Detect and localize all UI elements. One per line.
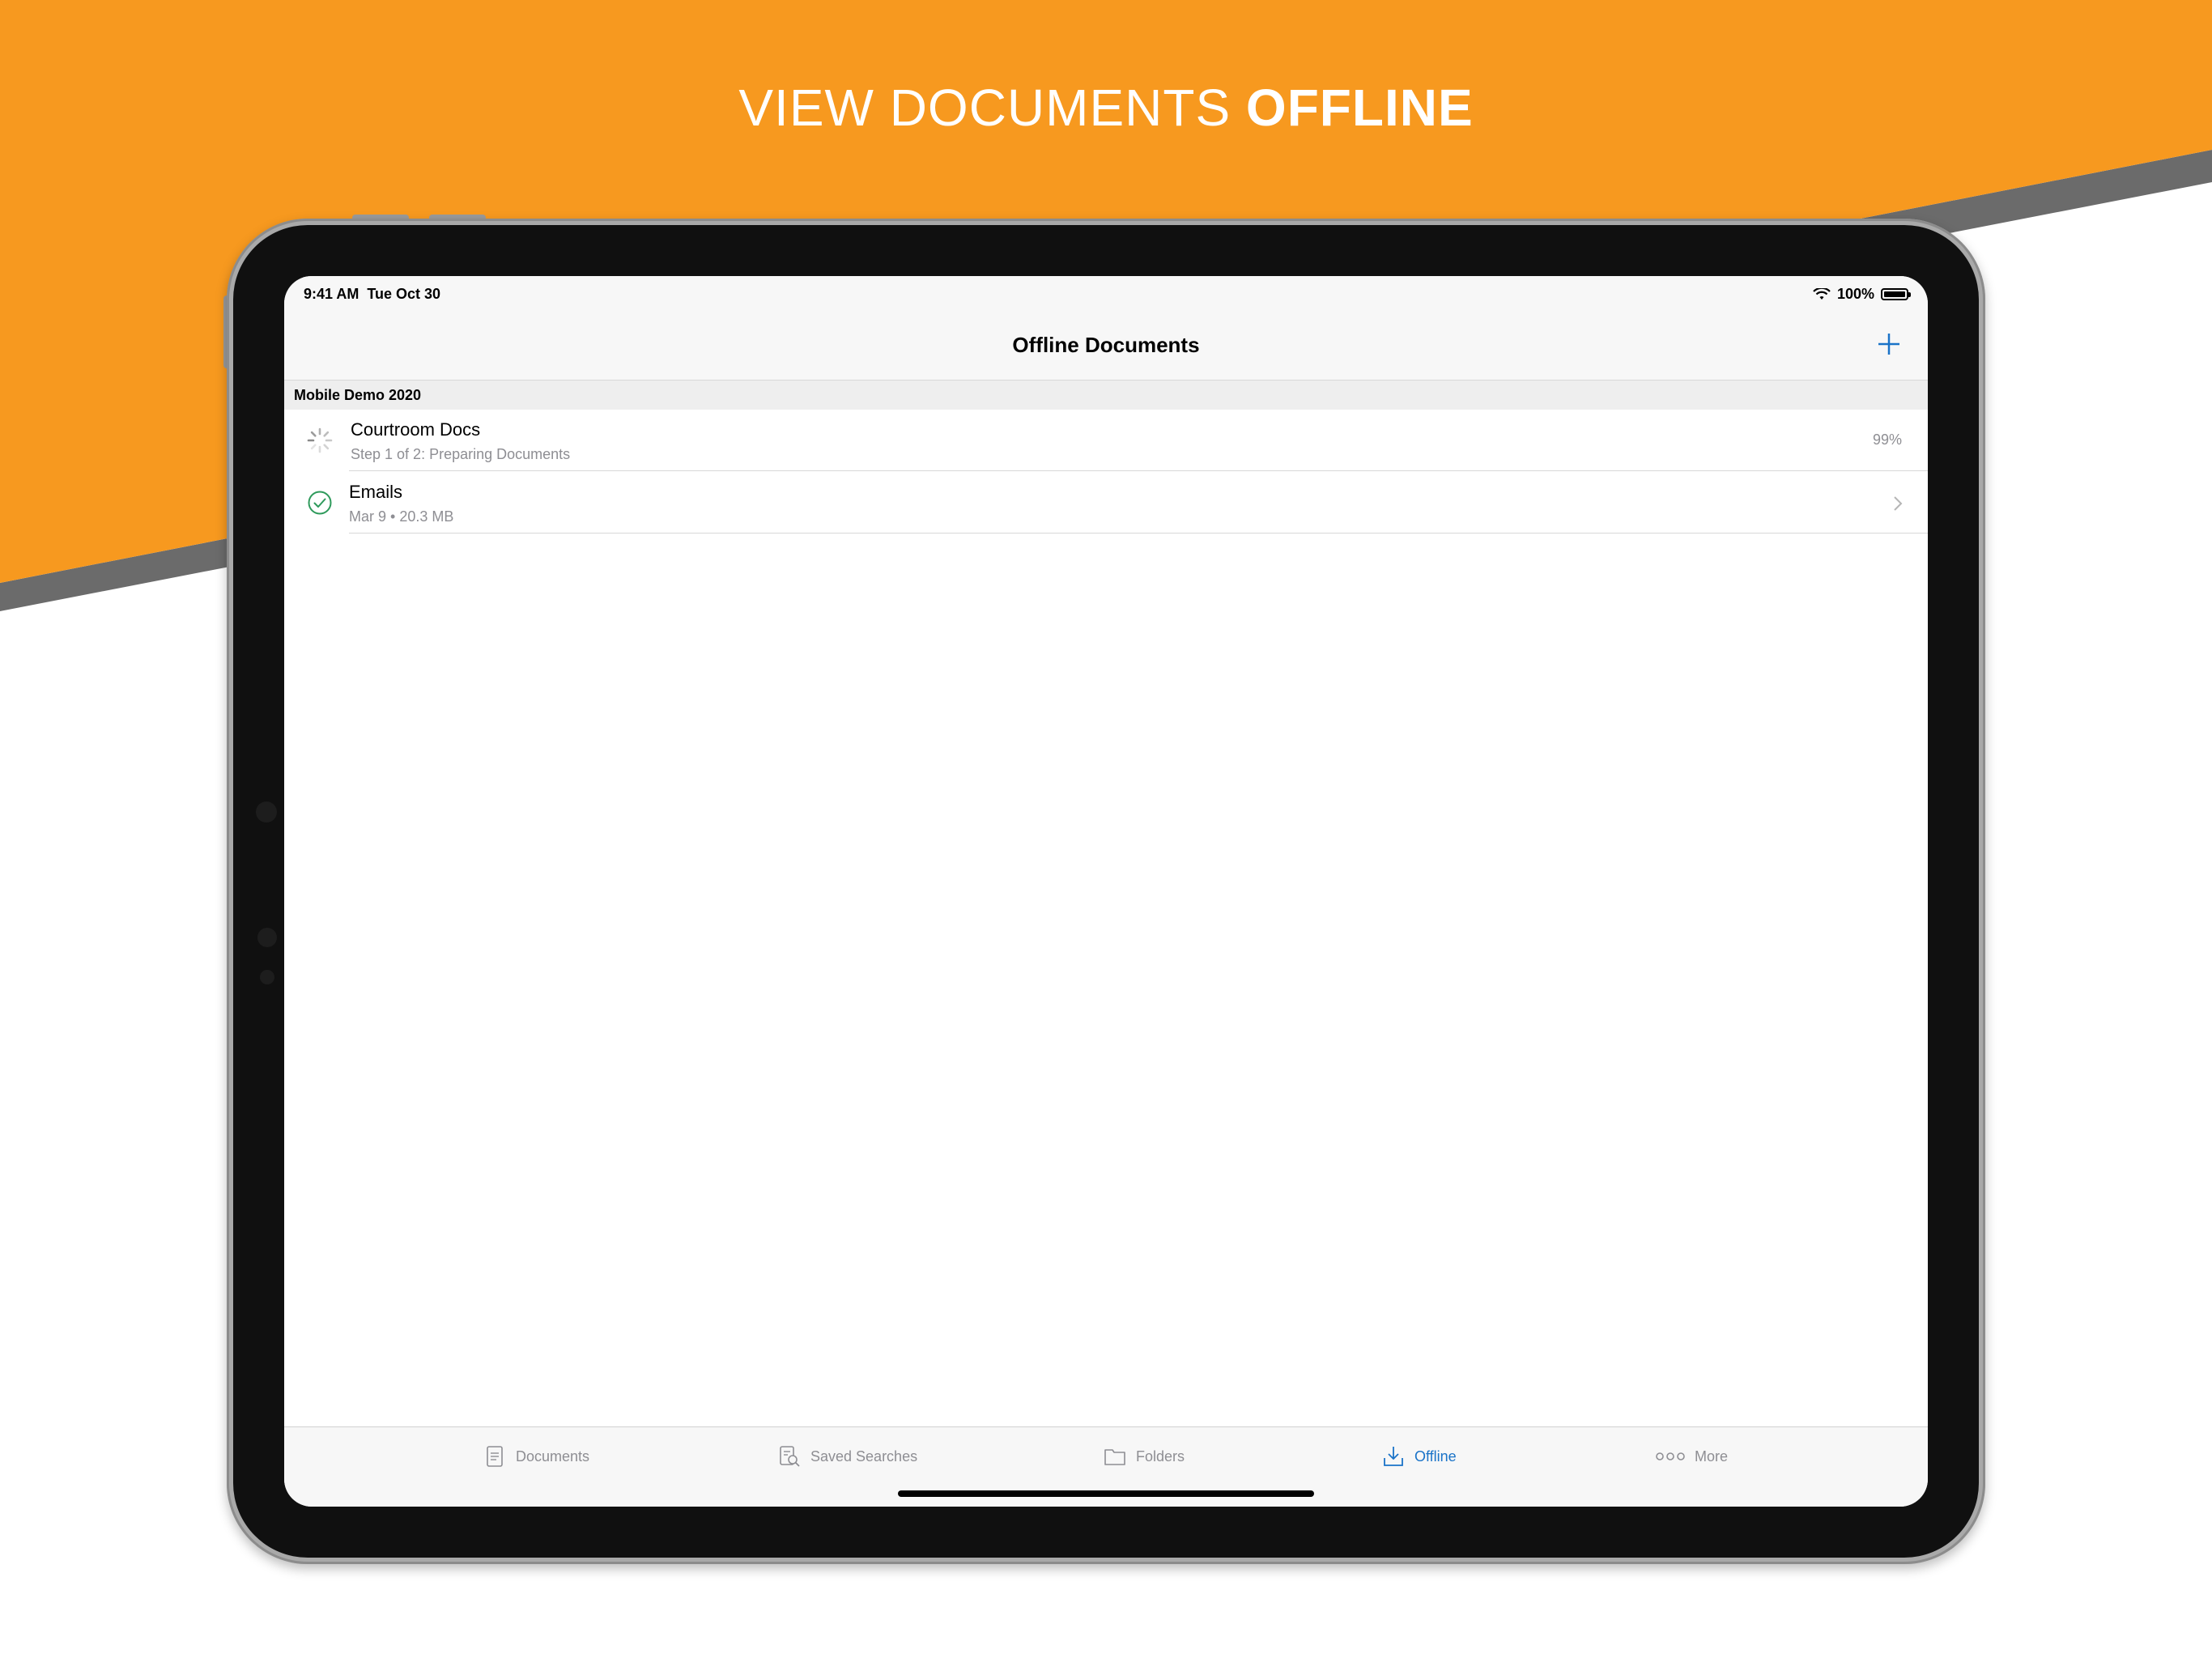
home-indicator[interactable]	[898, 1490, 1314, 1497]
tab-label: More	[1695, 1448, 1729, 1465]
plus-icon[interactable]	[1874, 329, 1904, 359]
tab-label: Folders	[1136, 1448, 1185, 1465]
section-header: Mobile Demo 2020	[284, 380, 1928, 410]
folder-icon	[1104, 1449, 1125, 1465]
wifi-icon	[1813, 287, 1831, 300]
list-item-title: Emails	[349, 482, 403, 502]
tab-offline[interactable]: Offline	[1382, 1445, 1457, 1468]
download-icon	[1384, 1447, 1403, 1466]
spinner-icon	[307, 427, 333, 453]
tab-folders[interactable]: Folders	[1104, 1445, 1185, 1468]
camera-dot-1	[256, 801, 277, 823]
list-item-emails[interactable]: Emails Mar 9 • 20.3 MB	[284, 472, 1928, 534]
section-header-label: Mobile Demo 2020	[294, 387, 422, 403]
ipad-device: 9:41 AM Tue Oct 30 100% Offline Document…	[227, 219, 1985, 1564]
promo-headline: VIEW DOCUMENTS OFFLINE	[0, 78, 2212, 138]
headline-regular: VIEW DOCUMENTS	[738, 79, 1246, 137]
tab-label: Documents	[516, 1448, 590, 1465]
tab-bar: Documents Saved Searches Folders Offline…	[284, 1426, 1928, 1507]
navigation-bar: Offline Documents	[284, 313, 1928, 380]
checkmark-circle-icon	[308, 491, 332, 515]
tab-label: Saved Searches	[810, 1448, 918, 1465]
headline-bold: OFFLINE	[1245, 79, 1474, 137]
saved-search-icon	[780, 1446, 800, 1467]
row-divider	[349, 470, 1928, 471]
status-bar: 9:41 AM Tue Oct 30 100%	[284, 276, 1928, 313]
list-item-courtroom-docs[interactable]: Courtroom Docs Step 1 of 2: Preparing Do…	[284, 410, 1928, 471]
status-right: 100%	[1813, 286, 1911, 303]
progress-percent: 99%	[1872, 432, 1902, 448]
row-divider	[349, 533, 1928, 534]
battery-percent: 100%	[1836, 286, 1874, 302]
camera-dot-3	[260, 970, 274, 984]
status-time-date: 9:41 AM Tue Oct 30	[304, 286, 441, 302]
list-item-title: Courtroom Docs	[351, 419, 481, 440]
camera-dot-2	[257, 928, 277, 947]
battery-icon	[1881, 288, 1911, 300]
ipad-screen: 9:41 AM Tue Oct 30 100% Offline Document…	[284, 276, 1928, 1507]
document-icon	[487, 1446, 503, 1467]
more-icon	[1656, 1452, 1685, 1460]
tab-label: Offline	[1414, 1448, 1457, 1465]
chevron-right-icon	[1894, 496, 1903, 511]
tab-saved-searches[interactable]: Saved Searches	[778, 1445, 917, 1468]
tab-documents[interactable]: Documents	[483, 1445, 589, 1468]
list-item-subtitle: Step 1 of 2: Preparing Documents	[351, 446, 571, 462]
page-title: Offline Documents	[1012, 333, 1200, 357]
list-item-subtitle: Mar 9 • 20.3 MB	[349, 508, 454, 525]
tab-more[interactable]: More	[1656, 1445, 1728, 1468]
